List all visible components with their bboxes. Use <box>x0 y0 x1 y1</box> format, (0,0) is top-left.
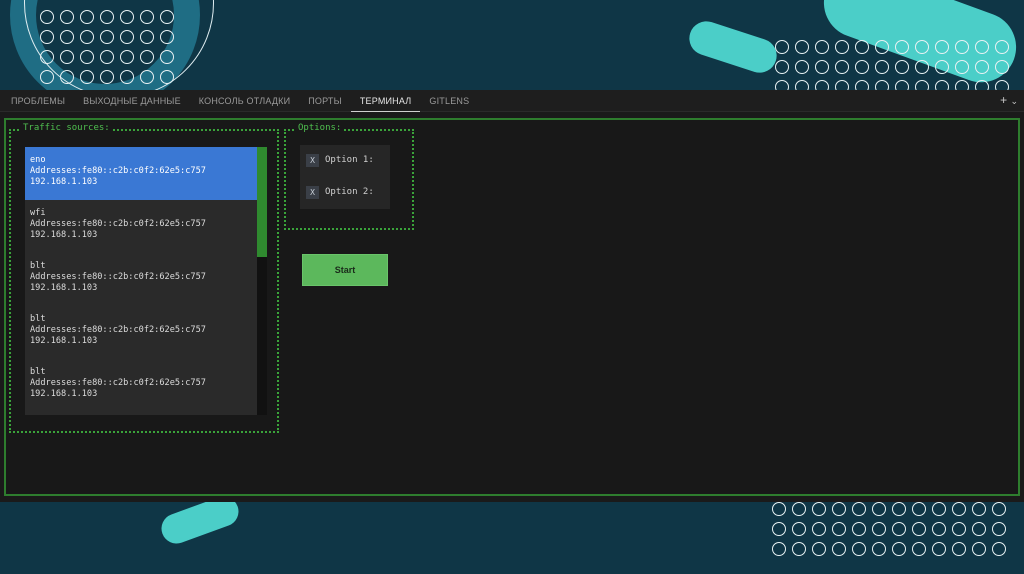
list-item[interactable]: eno Addresses:fe80::c2b:c0f2:62e5:c757 192… <box>25 147 257 200</box>
source-addresses: Addresses:fe80::c2b:c0f2:62e5:c757 <box>30 166 206 176</box>
source-ip: 192.168.1.103 <box>30 336 98 346</box>
options-group: Options: X Option 1: X Option 2: <box>284 123 414 230</box>
list-item[interactable]: blt Addresses:fe80::c2b:c0f2:62e5:c757 192… <box>25 253 257 306</box>
source-name: wfi <box>30 208 46 218</box>
tab-gitlens[interactable]: GITLENS <box>420 90 478 112</box>
cloud-decoration <box>684 16 782 78</box>
source-addresses: Addresses:fe80::c2b:c0f2:62e5:c757 <box>30 219 206 229</box>
traffic-sources-group: Traffic sources: eno Addresses:fe80::c2b:… <box>9 123 279 433</box>
option-1[interactable]: X Option 1: <box>306 151 374 169</box>
dots-decoration <box>40 10 174 84</box>
list-item[interactable]: wfi Addresses:fe80::c2b:c0f2:62e5:c757 192… <box>25 200 257 253</box>
chevron-down-icon[interactable]: ⌄ <box>1010 96 1018 106</box>
source-addresses: Addresses:fe80::c2b:c0f2:62e5:c757 <box>30 325 206 335</box>
list-item[interactable]: blt Addresses:fe80::c2b:c0f2:62e5:c757 192… <box>25 306 257 359</box>
source-ip: 192.168.1.103 <box>30 177 98 187</box>
vscode-panel: ПРОБЛЕМЫ ВЫХОДНЫЕ ДАННЫЕ КОНСОЛЬ ОТЛАДКИ… <box>0 90 1024 502</box>
list-scrollbar[interactable] <box>257 147 267 415</box>
dots-decoration <box>772 502 1006 556</box>
tab-terminal[interactable]: ТЕРМИНАЛ <box>350 90 421 112</box>
source-ip: 192.168.1.103 <box>30 230 98 240</box>
dots-decoration <box>775 40 1009 94</box>
source-addresses: Addresses:fe80::c2b:c0f2:62e5:c757 <box>30 378 206 388</box>
source-name: blt <box>30 314 46 324</box>
source-ip: 192.168.1.103 <box>30 283 98 293</box>
checkbox-x-icon[interactable]: X <box>306 153 319 167</box>
source-addresses: Addresses:fe80::c2b:c0f2:62e5:c757 <box>30 272 206 282</box>
source-name: blt <box>30 261 46 271</box>
tab-debug-console[interactable]: КОНСОЛЬ ОТЛАДКИ <box>190 90 299 112</box>
source-name: blt <box>30 367 46 377</box>
tab-actions: + ⌄ <box>1000 93 1018 107</box>
terminal-tui: Traffic sources: eno Addresses:fe80::c2b:… <box>4 118 1020 496</box>
traffic-sources-list[interactable]: eno Addresses:fe80::c2b:c0f2:62e5:c757 192… <box>25 147 257 415</box>
plus-icon[interactable]: + <box>1000 93 1007 107</box>
option-2[interactable]: X Option 2: <box>306 183 374 201</box>
option-label: Option 1: <box>325 155 374 165</box>
source-ip: 192.168.1.103 <box>30 389 98 399</box>
tab-output[interactable]: ВЫХОДНЫЕ ДАННЫЕ <box>74 90 190 112</box>
source-name: eno <box>30 155 46 165</box>
checkbox-x-icon[interactable]: X <box>306 185 319 199</box>
start-button[interactable]: Start <box>302 254 388 286</box>
traffic-sources-title: Traffic sources: <box>21 123 112 133</box>
list-item[interactable]: blt Addresses:fe80::c2b:c0f2:62e5:c757 192… <box>25 359 257 412</box>
option-label: Option 2: <box>325 187 374 197</box>
panel-tabbar: ПРОБЛЕМЫ ВЫХОДНЫЕ ДАННЫЕ КОНСОЛЬ ОТЛАДКИ… <box>0 90 1024 112</box>
options-box: X Option 1: X Option 2: <box>300 145 390 209</box>
tab-ports[interactable]: ПОРТЫ <box>299 90 351 112</box>
options-title: Options: <box>296 123 344 133</box>
scrollbar-thumb[interactable] <box>257 147 267 257</box>
tab-problems[interactable]: ПРОБЛЕМЫ <box>2 90 74 112</box>
